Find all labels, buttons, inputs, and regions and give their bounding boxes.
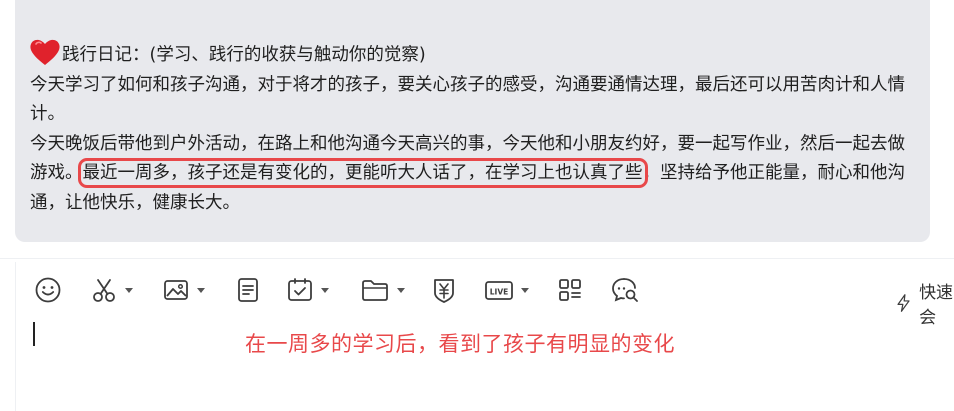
schedule-button[interactable]	[286, 274, 329, 306]
lightning-icon	[897, 294, 910, 312]
image-dropdown-icon[interactable]	[197, 287, 205, 293]
editor-left-border	[15, 262, 16, 411]
scissors-icon	[93, 279, 115, 302]
text-cursor[interactable]	[33, 322, 35, 346]
emoji-button[interactable]	[34, 274, 62, 306]
diary-text: 践行日记：(学习、践行的收获与触动你的觉察) 今天学习了如何和孩子沟通，对于将才…	[30, 38, 915, 218]
live-icon: LIVE	[485, 281, 513, 300]
calendar-check-icon	[288, 278, 312, 301]
annotation-text: 在一周多的学习后，看到了孩子有明显的变化	[245, 332, 675, 356]
folder-dropdown-icon[interactable]	[397, 287, 405, 293]
document-button[interactable]	[234, 274, 262, 306]
chat-search-icon	[612, 278, 638, 302]
screenshot-button[interactable]	[90, 274, 133, 306]
image-icon	[164, 280, 188, 300]
editor-divider	[0, 258, 954, 259]
folder-button[interactable]	[360, 274, 405, 306]
smiley-icon	[35, 277, 61, 303]
highlighted-sentence: 最近一周多，孩子还是有变化的，更能听大人话了，在学习上也认真了些	[77, 158, 648, 188]
schedule-dropdown-icon[interactable]	[321, 287, 329, 293]
heart-icon	[30, 39, 60, 65]
chat-search-button[interactable]	[610, 274, 640, 306]
svg-text:LIVE: LIVE	[490, 288, 509, 297]
red-packet-button[interactable]	[430, 274, 458, 306]
diary-paragraph-1: 今天学习了如何和孩子沟通，对于将才的孩子，要关心孩子的感受，沟通要通情达理，最后…	[30, 74, 905, 125]
diary-title-line: 践行日记：(学习、践行的收获与触动你的觉察)	[30, 38, 915, 71]
screenshot-dropdown-icon[interactable]	[125, 287, 133, 293]
image-button[interactable]	[162, 274, 205, 306]
apps-button[interactable]	[556, 274, 584, 306]
quick-meeting-button[interactable]: 快速会	[896, 278, 954, 328]
document-icon	[238, 278, 258, 302]
live-dropdown-icon[interactable]	[521, 287, 529, 293]
apps-grid-icon	[559, 279, 581, 301]
diary-paragraph-2: 今天晚饭后带他到户外活动，在路上和他沟通今天高兴的事，今天他和小朋友约好，要一起…	[30, 130, 915, 219]
quick-meeting-label: 快速会	[919, 283, 954, 328]
live-button[interactable]: LIVE	[484, 274, 529, 306]
editor-toolbar: LIVE 快速会	[30, 270, 954, 328]
yuan-shield-icon	[434, 279, 454, 303]
folder-icon	[362, 280, 388, 301]
diary-title: 践行日记：(学习、践行的收获与触动你的觉察)	[62, 45, 426, 65]
